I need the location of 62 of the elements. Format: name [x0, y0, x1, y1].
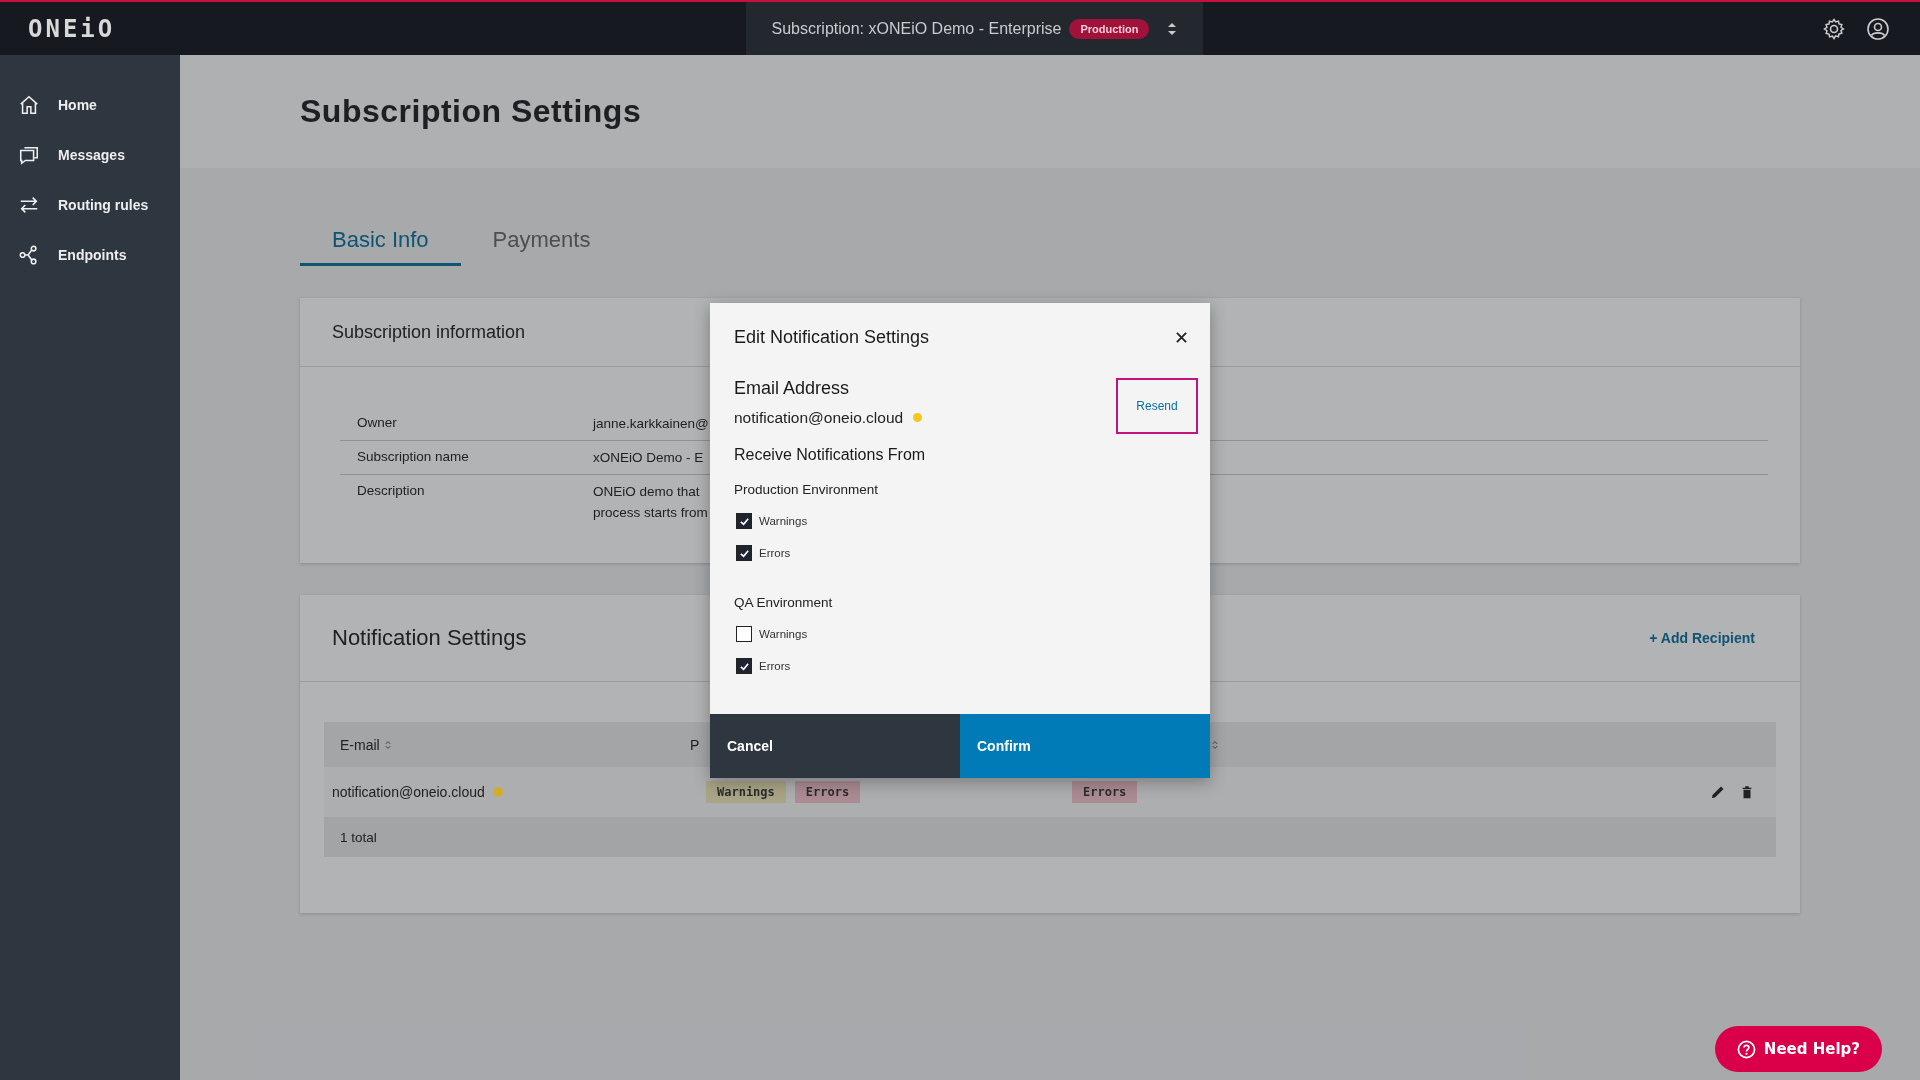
checkmark-icon — [738, 547, 750, 559]
column-header[interactable]: P — [690, 736, 700, 753]
environment-badge: Production — [1069, 18, 1150, 39]
subscription-name: Subscription: xONEiO Demo - Enterprise — [771, 19, 1062, 38]
nav-item[interactable]: Endpoints — [0, 230, 180, 280]
section-heading: Email Address — [734, 377, 851, 399]
delete-icon[interactable] — [1740, 784, 1754, 800]
field-value: process starts from — [593, 504, 708, 521]
arrows-icon — [18, 194, 40, 216]
add-recipient-link[interactable]: + Add Recipient — [1649, 630, 1755, 646]
cancel-button[interactable]: Cancel — [710, 714, 960, 778]
nodes-icon — [18, 244, 40, 266]
field-label: Description — [357, 483, 426, 500]
nav-item[interactable]: Routing rules — [0, 180, 180, 230]
subscription-switcher[interactable]: Subscription: xONEiO Demo - Enterprise Production — [746, 2, 1203, 55]
checkbox[interactable] — [736, 626, 752, 642]
card-title: Notification Settings — [332, 625, 527, 651]
field-label: Subscription name — [357, 449, 470, 466]
total-count: 1 total — [340, 829, 377, 845]
sort-icon — [384, 739, 391, 750]
checkmark-icon — [738, 515, 750, 527]
checkbox-label: Errors — [759, 660, 791, 672]
logo[interactable]: ONEiO — [28, 14, 116, 43]
tab[interactable]: Payments — [460, 219, 623, 266]
tag: Errors — [1072, 781, 1138, 803]
checkbox[interactable] — [736, 658, 752, 674]
dialog-title: Edit Notification Settings — [734, 327, 930, 348]
tag: Errors — [794, 781, 861, 803]
sort-caret-icon — [1167, 21, 1178, 36]
field-value: janne.karkkainen@ — [593, 415, 709, 432]
field-value: xONEiO Demo - E — [593, 449, 704, 466]
field-value: ONEiO demo that — [593, 483, 701, 500]
checkbox-label: Errors — [759, 547, 791, 559]
edit-icon[interactable] — [1710, 784, 1726, 800]
checkbox-label: Warnings — [759, 515, 808, 527]
card-title: Subscription information — [332, 321, 526, 343]
help-button[interactable]: Need Help? — [1714, 1026, 1882, 1072]
checkbox[interactable] — [736, 545, 752, 561]
column-header[interactable]: E-mail — [324, 736, 690, 753]
checkbox-label: Warnings — [759, 628, 808, 640]
checkmark-icon — [738, 660, 750, 672]
group-label: QA Environment — [734, 595, 834, 610]
confirm-button[interactable]: Confirm — [960, 714, 1210, 778]
close-icon[interactable] — [1176, 332, 1187, 343]
sort-icon — [1212, 739, 1218, 750]
nav-item[interactable]: Messages — [0, 130, 180, 180]
group-label: Production Environment — [734, 482, 880, 497]
nav-item[interactable]: Home — [0, 80, 180, 130]
tab[interactable]: Basic Info — [300, 219, 461, 266]
settings-icon[interactable] — [1822, 16, 1846, 41]
email-address: notification@oneio.cloud — [734, 408, 904, 427]
page-title: Subscription Settings — [300, 93, 642, 130]
question-icon — [1736, 1039, 1756, 1059]
field-label: Owner — [357, 415, 398, 432]
section-heading: Receive Notifications From — [734, 446, 927, 464]
chat-icon — [18, 144, 40, 166]
home-icon — [18, 94, 40, 116]
table-cell: notification@oneio.cloud — [332, 784, 485, 800]
user-icon[interactable] — [1866, 16, 1890, 41]
resend-button[interactable]: Resend — [1116, 378, 1198, 434]
tag: Warnings — [706, 781, 786, 803]
checkbox[interactable] — [736, 513, 752, 529]
